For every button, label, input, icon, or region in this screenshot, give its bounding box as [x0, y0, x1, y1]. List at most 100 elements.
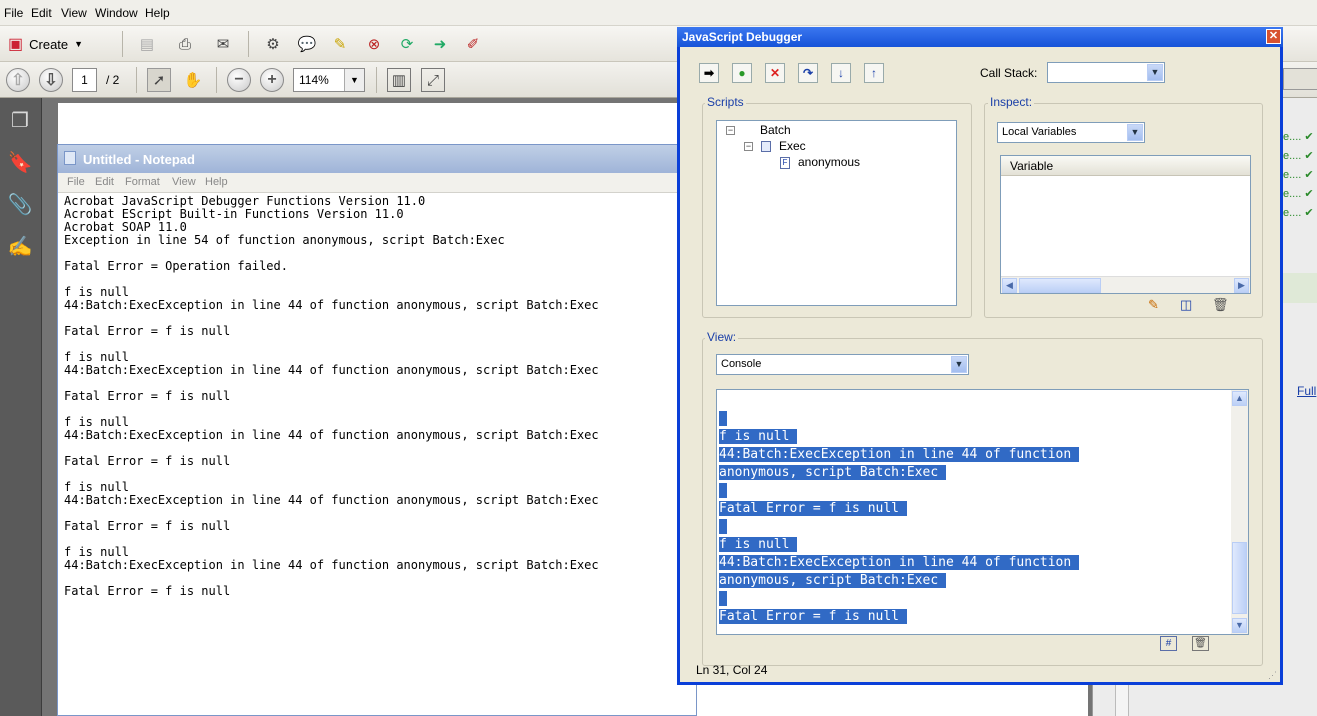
notepad-line: 44:Batch:ExecException in line 44 of fun… — [64, 558, 599, 572]
export-icon[interactable]: ➜ — [428, 32, 452, 56]
console-line: f is null — [719, 537, 798, 552]
notepad-line: Fatal Error = f is null — [64, 324, 231, 338]
fit-page-icon[interactable]: ▥ — [387, 68, 411, 92]
chevron-down-icon[interactable]: ▼ — [1232, 618, 1247, 633]
menu-view[interactable]: View — [61, 6, 87, 20]
console-output[interactable]: f is null 44:Batch:ExecException in line… — [716, 389, 1249, 635]
notepad-text-area[interactable]: Acrobat JavaScript Debugger Functions Ve… — [64, 195, 694, 598]
gear-icon[interactable]: ⚙ — [261, 32, 285, 56]
divider — [216, 67, 217, 93]
scroll-thumb[interactable] — [1019, 278, 1101, 293]
view-select[interactable]: Console ▼ — [716, 354, 969, 375]
status-line-col: Ln 31, Col 24 — [696, 663, 768, 677]
tree-item-batch[interactable]: Batch — [760, 123, 791, 137]
tree-item-exec[interactable]: Exec — [779, 139, 806, 153]
collapse-icon[interactable]: − — [726, 126, 735, 135]
clear-console-icon[interactable]: 🗑 — [1192, 636, 1209, 651]
bookmarks-icon[interactable]: 🔖 — [7, 150, 33, 176]
vertical-scrollbar[interactable]: ▲ ▼ — [1231, 390, 1248, 634]
notepad-title: Untitled - Notepad — [83, 152, 195, 167]
console-line: Fatal Error = f is null — [719, 609, 907, 624]
variable-column-header[interactable]: Variable — [1001, 156, 1250, 176]
console-text[interactable]: f is null 44:Batch:ExecException in line… — [719, 410, 1229, 626]
divider — [122, 31, 123, 57]
create-button[interactable]: ▣ Create ▼ — [8, 32, 83, 56]
console-line: 44:Batch:ExecException in line 44 of fun… — [719, 447, 1080, 462]
fit-width-icon[interactable]: ⤢ — [421, 68, 445, 92]
tools-button[interactable] — [1283, 68, 1317, 90]
notepad-menu-file[interactable]: File — [67, 176, 85, 188]
step-over-icon[interactable]: ↷ — [798, 63, 818, 83]
menu-window[interactable]: Window — [95, 6, 138, 20]
resize-grip-icon[interactable]: ⋰ — [1268, 670, 1278, 680]
notepad-line: Fatal Error = f is null — [64, 389, 231, 403]
previous-page-icon[interactable]: ⇧ — [6, 68, 30, 92]
delete-page-icon[interactable]: ⊗ — [362, 32, 386, 56]
divider — [136, 67, 137, 93]
notepad-titlebar[interactable]: Untitled - Notepad — [58, 145, 698, 173]
horizontal-scrollbar[interactable]: ◀ ▶ — [1001, 276, 1250, 293]
notepad-menubar: File Edit Format View Help — [58, 173, 698, 193]
watch-icon[interactable]: ◫ — [1180, 297, 1192, 313]
edit-variable-icon[interactable]: ✎ — [1148, 297, 1159, 313]
notepad-app-icon — [64, 151, 76, 165]
resume-icon[interactable]: ➡ — [699, 63, 719, 83]
close-icon[interactable]: ✕ — [1266, 29, 1281, 44]
notepad-menu-edit[interactable]: Edit — [95, 176, 114, 188]
notepad-line — [64, 338, 694, 351]
call-stack-select[interactable]: ▼ — [1047, 62, 1165, 83]
trash-icon[interactable]: 🗑 — [1212, 297, 1229, 313]
full-link[interactable]: Full — [1297, 384, 1316, 398]
page-thumbnails-icon[interactable]: ❐ — [7, 108, 33, 134]
sign-icon[interactable]: ✎ — [328, 32, 352, 56]
function-icon: F — [780, 157, 790, 169]
save-icon[interactable]: ▤ — [135, 32, 159, 56]
edit-form-icon[interactable]: ✐ — [461, 32, 485, 56]
chevron-up-icon[interactable]: ▲ — [1232, 391, 1247, 406]
chevron-down-icon: ▼ — [74, 39, 84, 49]
print-icon[interactable]: ⎙ — [173, 32, 197, 56]
numbered-lines-icon[interactable]: # — [1160, 636, 1177, 651]
select-tool-icon[interactable]: ➚ — [147, 68, 171, 92]
inspect-value: Local Variables — [1002, 126, 1077, 138]
menu-help[interactable]: Help — [145, 6, 170, 20]
inspect-select[interactable]: Local Variables ▼ — [997, 122, 1145, 143]
notepad-menu-format[interactable]: Format — [125, 176, 160, 188]
step-into-icon[interactable]: ↓ — [831, 63, 851, 83]
notepad-line — [64, 273, 694, 286]
email-icon[interactable]: ✉ — [211, 32, 235, 56]
hand-tool-icon[interactable]: ✋ — [181, 68, 205, 92]
notepad-line: Fatal Error = f is null — [64, 584, 231, 598]
navigation-pane: ❐ 🔖 📎 ✍ — [0, 98, 42, 716]
quit-icon[interactable]: ✕ — [765, 63, 785, 83]
chevron-left-icon[interactable]: ◀ — [1002, 278, 1017, 293]
console-line: anonymous, script Batch:Exec — [719, 573, 946, 588]
menu-edit[interactable]: Edit — [31, 6, 52, 20]
interrupt-icon[interactable]: ● — [732, 63, 752, 83]
debugger-titlebar[interactable]: JavaScript Debugger ✕ — [677, 27, 1283, 47]
attachments-icon[interactable]: 📎 — [7, 192, 33, 218]
notepad-line: 44:Batch:ExecException in line 44 of fun… — [64, 298, 599, 312]
zoom-select[interactable]: 114% ▼ — [293, 68, 365, 92]
console-line — [719, 482, 1229, 500]
zoom-in-icon[interactable]: + — [260, 68, 284, 92]
notepad-menu-help[interactable]: Help — [205, 176, 228, 188]
notepad-menu-view[interactable]: View — [172, 176, 196, 188]
chevron-down-icon[interactable]: ▼ — [344, 69, 364, 91]
comment-icon[interactable]: 💬 — [295, 32, 319, 56]
signatures-icon[interactable]: ✍ — [7, 234, 33, 260]
tree-item-anonymous[interactable]: anonymous — [798, 155, 860, 169]
collapse-icon[interactable]: − — [744, 142, 753, 151]
step-out-icon[interactable]: ↑ — [864, 63, 884, 83]
scroll-thumb[interactable] — [1232, 542, 1247, 614]
chevron-right-icon[interactable]: ▶ — [1234, 278, 1249, 293]
acrobat-menubar: File Edit View Window Help — [0, 0, 1317, 26]
page-number-input[interactable]: 1 — [72, 68, 97, 92]
script-folder-icon — [761, 141, 771, 152]
console-line: anonymous, script Batch:Exec — [719, 465, 946, 480]
zoom-out-icon[interactable]: − — [227, 68, 251, 92]
next-page-icon[interactable]: ⇩ — [39, 68, 63, 92]
chevron-down-icon: ▼ — [1147, 64, 1163, 81]
menu-file[interactable]: File — [4, 6, 23, 20]
review-icon[interactable]: ⟳ — [395, 32, 419, 56]
